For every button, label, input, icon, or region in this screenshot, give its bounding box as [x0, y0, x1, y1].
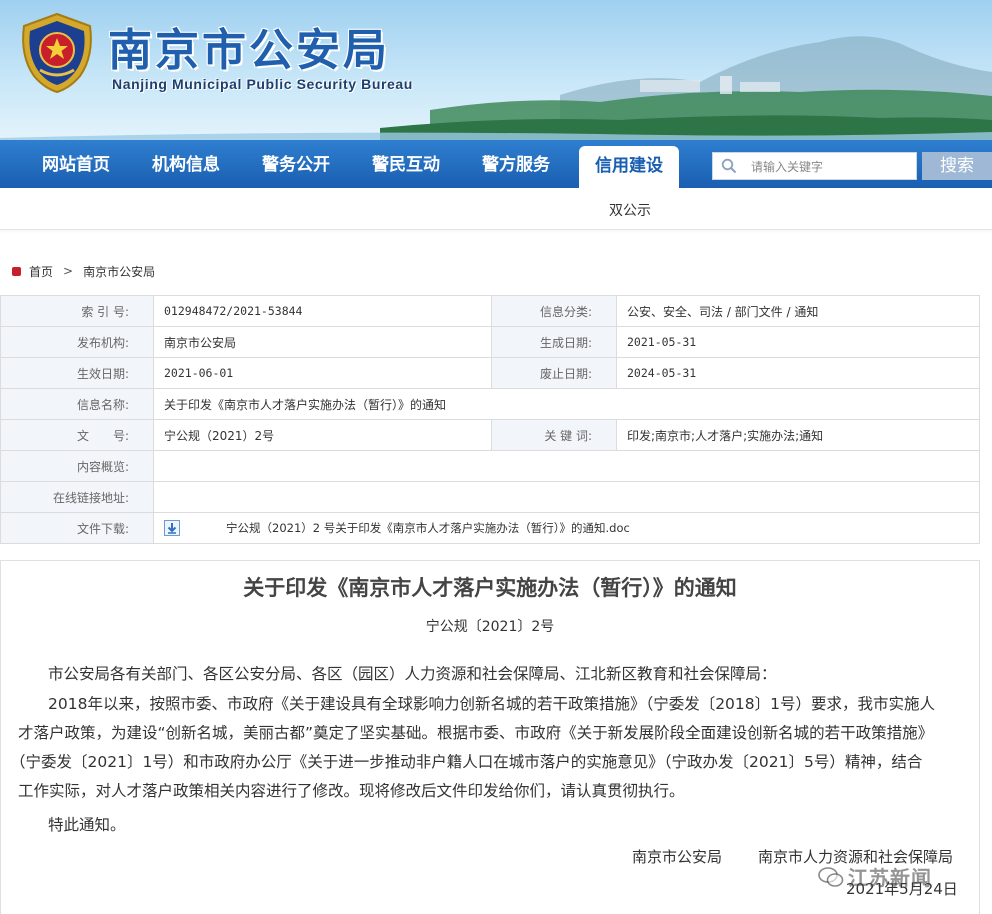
article-closing: 特此通知。 — [48, 816, 126, 834]
signer-police-bureau: 南京市公安局 — [632, 848, 723, 866]
document-info-table: 索 引 号: 012948472/2021-53844 信息分类: 公安、安全、… — [0, 295, 980, 544]
nav-item-credit[interactable]: 信用建设 — [579, 146, 679, 190]
name-value: 关于印发《南京市人才落户实施办法（暂行）》的通知 — [153, 388, 980, 420]
name-label: 信息名称: — [0, 388, 154, 420]
table-row: 文件下载: 宁公规（2021）2 号关于印发《南京市人才落户实施办法（暂行）》的… — [0, 512, 980, 544]
breadcrumb-current[interactable]: 南京市公安局 — [83, 263, 155, 280]
created-value: 2021-05-31 — [616, 326, 980, 358]
keywords-label: 关 键 词: — [491, 419, 617, 451]
nav-item-interaction[interactable]: 警民互动 — [372, 140, 440, 188]
expire-value: 2024-05-31 — [616, 357, 980, 389]
chevron-right-icon: > — [63, 264, 74, 278]
nav-item-services[interactable]: 警方服务 — [482, 140, 550, 188]
table-row: 索 引 号: 012948472/2021-53844 信息分类: 公安、安全、… — [0, 295, 980, 327]
article-salutation: 市公安局各有关部门、各区公安分局、各区（园区）人力资源和社会保障局、江北新区教育… — [48, 665, 777, 683]
docno-label: 文 号: — [0, 419, 154, 451]
index-label: 索 引 号: — [0, 295, 154, 327]
table-row: 文 号: 宁公规（2021）2号 关 键 词: 印发;南京市;人才落户;实施办法… — [0, 419, 980, 451]
summary-label: 内容概览: — [0, 450, 154, 482]
search-icon — [721, 158, 737, 174]
table-row: 内容概览: — [0, 450, 980, 482]
created-label: 生成日期: — [491, 326, 617, 358]
download-link[interactable]: 宁公规（2021）2 号关于印发《南京市人才落户实施办法（暂行）》的通知.doc — [226, 521, 630, 535]
subnav-item-double-publicity[interactable]: 双公示 — [600, 200, 660, 220]
category-label: 信息分类: — [491, 295, 617, 327]
police-emblem-logo — [22, 12, 92, 94]
article-body-line: 才落户政策，为建设“创新名城，美丽古都”奠定了坚实基础。根据市委、市政府《关于新… — [18, 724, 934, 742]
effective-label: 生效日期: — [0, 357, 154, 389]
category-value: 公安、安全、司法 / 部门文件 / 通知 — [616, 295, 980, 327]
docno-value: 宁公规（2021）2号 — [153, 419, 492, 451]
nav-item-organization[interactable]: 机构信息 — [152, 140, 220, 188]
header-banner: 南京市公安局 Nanjing Municipal Public Security… — [0, 0, 992, 150]
site-title: 南京市公安局 — [108, 25, 390, 76]
site-subtitle: Nanjing Municipal Public Security Bureau — [112, 76, 413, 92]
index-value: 012948472/2021-53844 — [153, 295, 492, 327]
download-icon[interactable] — [164, 520, 180, 537]
article-title: 关于印发《南京市人才落户实施办法（暂行）》的通知 — [243, 575, 737, 600]
wechat-icon — [818, 867, 844, 887]
table-row: 在线链接地址: — [0, 481, 980, 513]
watermark-text: 江苏新闻 — [848, 866, 932, 890]
summary-value — [153, 450, 980, 482]
download-cell: 宁公规（2021）2 号关于印发《南京市人才落户实施办法（暂行）》的通知.doc — [153, 512, 980, 544]
home-marker-icon — [12, 266, 21, 276]
search-button[interactable]: 搜索 — [922, 152, 992, 180]
link-label: 在线链接地址: — [0, 481, 154, 513]
breadcrumb-home[interactable]: 首页 — [29, 263, 53, 280]
table-row: 发布机构: 南京市公安局 生成日期: 2021-05-31 — [0, 326, 980, 358]
nav-item-police-affairs[interactable]: 警务公开 — [262, 140, 330, 188]
search-box — [712, 152, 917, 180]
article-body-line: （宁委发〔2021〕1号）和市政府办公厅《关于进一步推动非户籍人口在城市落户的实… — [10, 753, 923, 771]
publisher-label: 发布机构: — [0, 326, 154, 358]
publisher-value: 南京市公安局 — [153, 326, 492, 358]
expire-label: 废止日期: — [491, 357, 617, 389]
table-row: 生效日期: 2021-06-01 废止日期: 2024-05-31 — [0, 357, 980, 389]
download-label: 文件下载: — [0, 512, 154, 544]
keywords-value: 印发;南京市;人才落户;实施办法;通知 — [616, 419, 980, 451]
link-value — [153, 481, 980, 513]
breadcrumb: 首页 > 南京市公安局 — [12, 262, 155, 280]
table-row: 信息名称: 关于印发《南京市人才落户实施办法（暂行）》的通知 — [0, 388, 980, 420]
effective-value: 2021-06-01 — [153, 357, 492, 389]
nav-item-home[interactable]: 网站首页 — [42, 140, 110, 188]
sub-nav: 双公示 — [0, 188, 992, 230]
article-body-line: 2018年以来，按照市委、市政府《关于建设具有全球影响力创新名城的若干政策措施》… — [48, 695, 936, 713]
search-input[interactable] — [751, 157, 911, 177]
article-doc-number: 宁公规〔2021〕2号 — [425, 619, 555, 635]
article-body-line: 工作实际，对人才落户政策相关内容进行了修改。现将修改后文件印发给你们，请认真贯彻… — [18, 782, 685, 800]
